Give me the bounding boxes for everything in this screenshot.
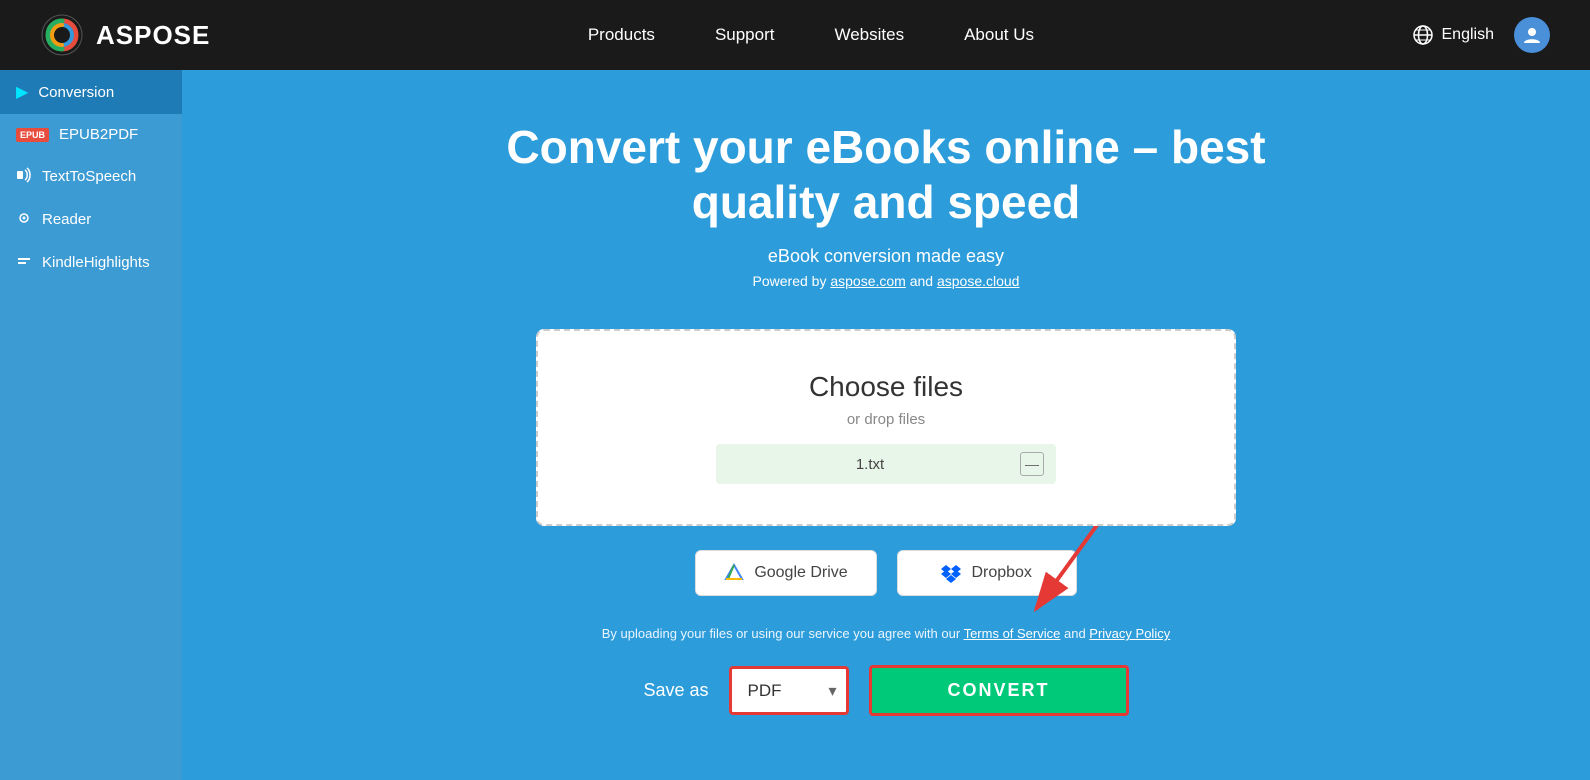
terms-of-service-link[interactable]: Terms of Service — [964, 626, 1061, 641]
sidebar-label-conversion: Conversion — [38, 84, 114, 101]
aspose-logo-icon — [40, 13, 84, 57]
sidebar-item-reader[interactable]: Reader — [0, 198, 182, 241]
sidebar-label-reader: Reader — [42, 211, 91, 228]
sidebar-item-texttospeech[interactable]: TextToSpeech — [0, 155, 182, 198]
tts-icon — [16, 167, 32, 186]
powered-by: Powered by aspose.com and aspose.cloud — [753, 273, 1020, 289]
arrow-right-icon: ▶ — [16, 82, 28, 102]
file-name: 1.txt — [728, 456, 1012, 473]
drop-text: or drop files — [578, 411, 1194, 428]
sidebar-label-epub2pdf: EPUB2PDF — [59, 126, 138, 143]
file-item: 1.txt — — [716, 444, 1056, 484]
sidebar-item-epub2pdf[interactable]: EPUB EPUB2PDF — [0, 114, 182, 155]
logo-text: ASPOSE — [96, 20, 210, 51]
choose-files-label[interactable]: Choose files — [578, 371, 1194, 403]
upload-area-wrapper: Choose files or drop files 1.txt — — [536, 329, 1236, 550]
sidebar-label-kindlehighlights: KindleHighlights — [42, 254, 150, 271]
save-row: Save as PDF DOCX MOBI AZW3 HTML TXT CONV… — [643, 665, 1128, 716]
google-drive-button[interactable]: Google Drive — [695, 550, 876, 596]
minus-icon: — — [1025, 456, 1039, 472]
google-drive-label: Google Drive — [754, 564, 847, 582]
header-nav: Products Support Websites About Us — [588, 25, 1034, 45]
language-selector[interactable]: English — [1412, 24, 1494, 46]
kindle-icon — [16, 253, 32, 272]
aspose-cloud-link[interactable]: aspose.cloud — [937, 273, 1020, 289]
language-label: English — [1442, 26, 1494, 44]
upload-box[interactable]: Choose files or drop files 1.txt — — [536, 329, 1236, 526]
page-title: Convert your eBooks online – best qualit… — [436, 120, 1336, 230]
header: ASPOSE Products Support Websites About U… — [0, 0, 1590, 70]
sidebar: ▶ Conversion EPUB EPUB2PDF TextToSpeech … — [0, 70, 182, 780]
format-select-wrapper: PDF DOCX MOBI AZW3 HTML TXT — [729, 666, 849, 715]
nav-support[interactable]: Support — [715, 25, 775, 45]
terms-text: By uploading your files or using our ser… — [602, 626, 1170, 641]
nav-products[interactable]: Products — [588, 25, 655, 45]
main-content: Convert your eBooks online – best qualit… — [182, 70, 1590, 780]
nav-about-us[interactable]: About Us — [964, 25, 1034, 45]
globe-icon — [1412, 24, 1434, 46]
sidebar-label-texttospeech: TextToSpeech — [42, 168, 136, 185]
aspose-com-link[interactable]: aspose.com — [830, 273, 905, 289]
google-drive-icon — [724, 563, 744, 583]
privacy-policy-link[interactable]: Privacy Policy — [1089, 626, 1170, 641]
save-as-label: Save as — [643, 680, 708, 701]
nav-websites[interactable]: Websites — [834, 25, 904, 45]
sidebar-item-conversion[interactable]: ▶ Conversion — [0, 70, 182, 114]
user-icon — [1522, 25, 1542, 45]
convert-button[interactable]: CONVERT — [869, 665, 1129, 716]
epub-icon: EPUB — [16, 128, 49, 142]
sidebar-item-kindlehighlights[interactable]: KindleHighlights — [0, 241, 182, 284]
main-wrapper: ▶ Conversion EPUB EPUB2PDF TextToSpeech … — [0, 70, 1590, 780]
dropbox-icon — [941, 563, 961, 583]
reader-icon — [16, 210, 32, 229]
user-avatar[interactable] — [1514, 17, 1550, 53]
format-select[interactable]: PDF DOCX MOBI AZW3 HTML TXT — [729, 666, 849, 715]
dropbox-label: Dropbox — [971, 564, 1031, 582]
dropbox-button[interactable]: Dropbox — [897, 550, 1077, 596]
subtitle: eBook conversion made easy — [768, 246, 1004, 267]
cloud-buttons: Google Drive Dropbox — [695, 550, 1076, 596]
logo-area: ASPOSE — [40, 13, 210, 57]
remove-file-button[interactable]: — — [1020, 452, 1044, 476]
header-right: English — [1412, 17, 1550, 53]
powered-by-text: Powered by — [753, 273, 831, 289]
